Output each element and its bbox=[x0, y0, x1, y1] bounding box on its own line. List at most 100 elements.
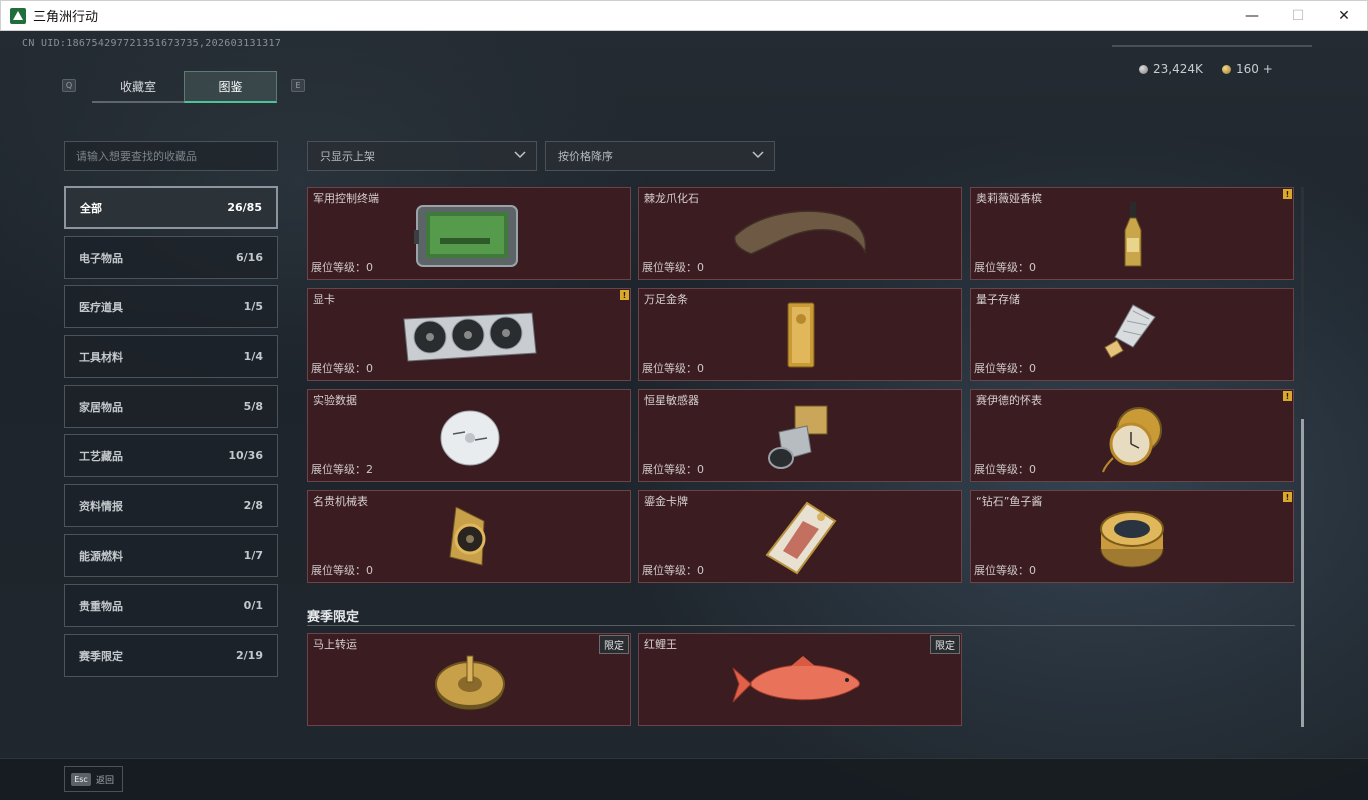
limited-badge: 限定 bbox=[599, 635, 629, 654]
shelf-filter-dropdown[interactable]: 只显示上架 bbox=[307, 141, 537, 171]
category-count: 2/19 bbox=[236, 649, 263, 662]
champagne-bottle-icon bbox=[1124, 202, 1142, 267]
item-card[interactable]: 恒星敏感器 展位等级：0 bbox=[638, 389, 962, 482]
category-count: 5/8 bbox=[243, 400, 263, 413]
item-level: 展位等级：0 bbox=[311, 362, 373, 375]
category-tools[interactable]: 工具材料 1/4 bbox=[64, 335, 278, 378]
red-carp-icon bbox=[732, 656, 860, 703]
category-all[interactable]: 全部 26/85 bbox=[64, 186, 278, 229]
item-level: 展位等级：2 bbox=[311, 463, 373, 476]
section-title-season: 赛季限定 bbox=[307, 610, 360, 625]
item-card[interactable]: 奥莉薇娅香槟 ! 展位等级：0 bbox=[970, 187, 1294, 280]
item-name: 棘龙爪化石 bbox=[644, 192, 699, 205]
item-card[interactable]: 显卡 ! 展位等级：0 bbox=[307, 288, 631, 381]
category-label: 贵重物品 bbox=[79, 599, 123, 613]
currency-gold-value: 160 + bbox=[1236, 62, 1273, 76]
back-button[interactable]: Esc 返回 bbox=[64, 766, 123, 792]
item-name: 恒星敏感器 bbox=[644, 394, 699, 407]
disc-icon bbox=[440, 410, 500, 466]
gold-bar-icon bbox=[787, 302, 815, 368]
app-logo-icon bbox=[10, 7, 26, 24]
item-level: 展位等级：0 bbox=[974, 261, 1036, 274]
chevron-down-icon bbox=[752, 151, 764, 159]
tab-collection-room[interactable]: 收藏室 bbox=[92, 71, 184, 103]
item-name: 赛伊德的怀表 bbox=[976, 394, 1042, 407]
item-card[interactable]: “钻石”鱼子酱 ! 展位等级：0 bbox=[970, 490, 1294, 583]
item-level: 展位等级：0 bbox=[642, 362, 704, 375]
alert-flag-icon: ! bbox=[620, 290, 629, 300]
item-level: 展位等级：0 bbox=[311, 564, 373, 577]
item-name: “钻石”鱼子酱 bbox=[976, 495, 1043, 508]
item-level: 展位等级：0 bbox=[642, 261, 704, 274]
alert-flag-icon: ! bbox=[1283, 391, 1292, 401]
fortune-wheel-icon bbox=[435, 655, 505, 711]
pocket-watch-icon bbox=[1102, 407, 1162, 473]
alert-flag-icon: ! bbox=[1283, 492, 1292, 502]
limited-badge: 限定 bbox=[930, 635, 960, 654]
window-controls: — ☐ ✕ bbox=[1229, 1, 1367, 31]
category-count: 0/1 bbox=[243, 599, 263, 612]
item-level: 展位等级：0 bbox=[642, 564, 704, 577]
minimize-button[interactable]: — bbox=[1229, 1, 1275, 31]
category-count: 1/5 bbox=[243, 300, 263, 313]
category-count: 1/4 bbox=[243, 350, 263, 363]
category-label: 工艺藏品 bbox=[79, 449, 123, 463]
item-level: 展位等级：0 bbox=[974, 362, 1036, 375]
category-count: 6/16 bbox=[236, 251, 263, 264]
item-card[interactable]: 红鲤王 限定 bbox=[638, 633, 962, 726]
item-name: 马上转运 bbox=[313, 638, 357, 651]
item-name: 实验数据 bbox=[313, 394, 357, 407]
currency-silver-value: 23,424K bbox=[1153, 62, 1203, 76]
item-card[interactable]: 鎏金卡牌 展位等级：0 bbox=[638, 490, 962, 583]
item-name: 军用控制终端 bbox=[313, 192, 379, 205]
category-fuel[interactable]: 能源燃料 1/7 bbox=[64, 534, 278, 577]
category-label: 资料情报 bbox=[79, 499, 123, 513]
category-crafts[interactable]: 工艺藏品 10/36 bbox=[64, 434, 278, 477]
category-electronics[interactable]: 电子物品 6/16 bbox=[64, 236, 278, 279]
category-valuables[interactable]: 贵重物品 0/1 bbox=[64, 584, 278, 627]
gold-coin-icon bbox=[1222, 64, 1231, 74]
item-card[interactable]: 军用控制终端 展位等级：0 bbox=[307, 187, 631, 280]
category-count: 2/8 bbox=[243, 499, 263, 512]
category-household[interactable]: 家居物品 5/8 bbox=[64, 385, 278, 428]
player-uid: CN UID:18675429772135167373​5,2026031313… bbox=[22, 38, 282, 49]
tab-codex[interactable]: 图鉴 bbox=[184, 71, 277, 103]
esc-key-hint: Esc bbox=[71, 772, 91, 786]
header-divider bbox=[1112, 45, 1312, 47]
section-divider bbox=[307, 625, 1295, 626]
item-name: 红鲤王 bbox=[644, 638, 677, 651]
close-button[interactable]: ✕ bbox=[1321, 1, 1367, 31]
item-card[interactable]: 赛伊德的怀表 ! 展位等级：0 bbox=[970, 389, 1294, 482]
quantum-storage-icon bbox=[1104, 304, 1156, 359]
item-card[interactable]: 实验数据 展位等级：2 bbox=[307, 389, 631, 482]
currency-silver: 23,424K bbox=[1139, 62, 1203, 76]
back-label: 返回 bbox=[96, 775, 115, 786]
item-name: 名贵机械表 bbox=[313, 495, 368, 508]
maximize-button[interactable]: ☐ bbox=[1275, 1, 1321, 31]
category-season-limited[interactable]: 赛季限定 2/19 bbox=[64, 634, 278, 677]
item-card[interactable]: 马上转运 限定 bbox=[307, 633, 631, 726]
sort-dropdown[interactable]: 按价格降序 bbox=[545, 141, 775, 171]
item-level: 展位等级：0 bbox=[311, 261, 373, 274]
chevron-down-icon bbox=[514, 151, 526, 159]
window-titlebar: 三角洲行动 — ☐ ✕ bbox=[0, 0, 1368, 31]
item-card[interactable]: 棘龙爪化石 展位等级：0 bbox=[638, 187, 962, 280]
wristwatch-icon bbox=[449, 507, 486, 566]
item-name: 量子存储 bbox=[976, 293, 1020, 306]
category-label: 家居物品 bbox=[79, 400, 123, 414]
item-card[interactable]: 万足金条 展位等级：0 bbox=[638, 288, 962, 381]
item-card[interactable]: 名贵机械表 展位等级：0 bbox=[307, 490, 631, 583]
search-input[interactable] bbox=[64, 141, 278, 171]
tablet-terminal-icon bbox=[414, 205, 518, 267]
star-sensor-icon bbox=[768, 405, 828, 469]
category-medical[interactable]: 医疗道具 1/5 bbox=[64, 285, 278, 328]
currency-gold[interactable]: 160 + bbox=[1222, 62, 1273, 76]
key-hint-e: E bbox=[291, 79, 305, 92]
silver-coin-icon bbox=[1139, 64, 1148, 74]
category-intel[interactable]: 资料情报 2/8 bbox=[64, 484, 278, 527]
key-hint-q: Q bbox=[62, 79, 76, 92]
alert-flag-icon: ! bbox=[1283, 189, 1292, 199]
scrollbar-thumb[interactable] bbox=[1301, 419, 1304, 727]
item-name: 奥莉薇娅香槟 bbox=[976, 192, 1042, 205]
item-card[interactable]: 量子存储 展位等级：0 bbox=[970, 288, 1294, 381]
